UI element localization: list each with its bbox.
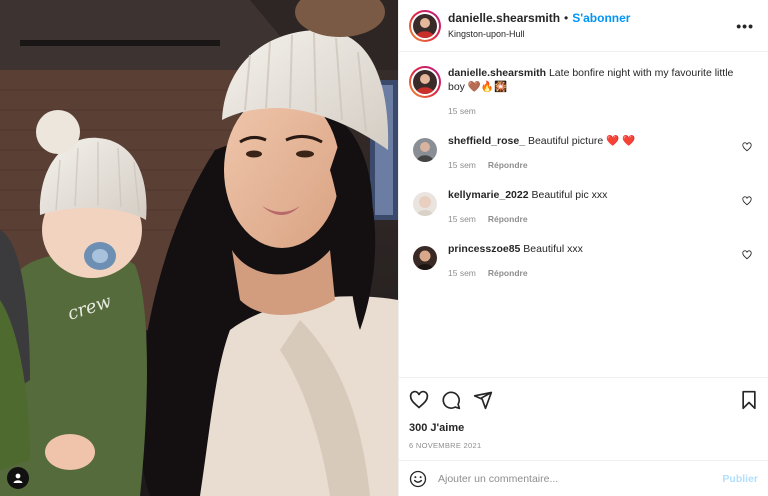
caption-username[interactable]: danielle.shearsmith	[448, 67, 546, 79]
heart-icon[interactable]	[742, 250, 752, 260]
caption-text: danielle.shearsmith Late bonfire night w…	[448, 66, 758, 94]
avatar-image	[413, 13, 437, 38]
avatar-image	[413, 70, 437, 94]
comment-username[interactable]: kellymarie_2022	[448, 189, 529, 201]
caption: danielle.shearsmith Late bonfire night w…	[409, 66, 758, 116]
post-header: danielle.shearsmith • S'abonner Kingston-u…	[399, 0, 768, 52]
heart-icon[interactable]	[742, 142, 752, 152]
avatar[interactable]	[413, 192, 437, 216]
comment-text: Beautiful xxx	[523, 243, 583, 255]
heart-icon	[409, 390, 429, 409]
comment-text: Beautiful picture ❤️ ❤️	[527, 135, 636, 147]
more-options-icon[interactable]: •••	[736, 18, 754, 34]
comment-text: Beautiful pic xxx	[531, 189, 608, 201]
reply-button[interactable]: Répondre	[488, 214, 528, 224]
reply-button[interactable]: Répondre	[488, 160, 528, 170]
photo-illustration: crew	[0, 0, 398, 496]
comment-icon	[442, 391, 461, 410]
publish-button[interactable]: Publier	[722, 473, 758, 485]
comment-username[interactable]: sheffield_rose_	[448, 135, 525, 147]
like-button[interactable]	[409, 390, 429, 410]
add-comment-bar: Publier	[399, 460, 768, 496]
comment-username[interactable]: princesszoe85	[448, 243, 520, 255]
post-sidebar: danielle.shearsmith • S'abonner Kingston-u…	[398, 0, 768, 496]
caption-time[interactable]: 15 sem	[448, 106, 476, 116]
heart-icon[interactable]	[742, 196, 752, 206]
bookmark-icon	[742, 390, 756, 410]
comment-item: kellymarie_2022 Beautiful pic xxx 15 sem…	[409, 188, 758, 224]
likes-count[interactable]: 300 J'aime	[409, 422, 758, 434]
separator-dot: •	[564, 11, 569, 25]
emoji-icon[interactable]	[409, 470, 427, 488]
action-bar: 300 J'aime 6 NOVEMBRE 2021	[399, 377, 768, 460]
header-text: danielle.shearsmith • S'abonner Kingston-u…	[448, 9, 630, 42]
comments-list: danielle.shearsmith Late bonfire night w…	[399, 52, 768, 377]
avatar[interactable]	[409, 66, 441, 98]
location-link[interactable]: Kingston-upon-Hull	[448, 26, 630, 42]
follow-button[interactable]: S'abonner	[572, 11, 630, 25]
comment-time[interactable]: 15 sem	[448, 268, 476, 278]
comment-button[interactable]	[441, 390, 461, 410]
author-username[interactable]: danielle.shearsmith	[448, 11, 560, 25]
action-icons	[409, 388, 758, 412]
comment-item: princesszoe85 Beautiful xxx 15 sem Répond…	[409, 242, 758, 278]
comment-input[interactable]	[438, 472, 723, 485]
post-photo[interactable]: crew	[0, 0, 398, 496]
avatar[interactable]	[413, 138, 437, 162]
avatar[interactable]	[413, 246, 437, 270]
user-tag-icon[interactable]	[7, 467, 29, 489]
post-date: 6 NOVEMBRE 2021	[409, 441, 482, 450]
save-button[interactable]	[740, 390, 758, 410]
comment-time[interactable]: 15 sem	[448, 160, 476, 170]
share-button[interactable]	[473, 390, 493, 410]
send-icon	[473, 391, 493, 410]
reply-button[interactable]: Répondre	[488, 268, 528, 278]
comment-item: sheffield_rose_ Beautiful picture ❤️ ❤️ …	[409, 134, 758, 170]
avatar[interactable]	[409, 9, 441, 42]
comment-time[interactable]: 15 sem	[448, 214, 476, 224]
instagram-post: crew danielle.shearsmith • S'abonner Kings…	[0, 0, 768, 496]
